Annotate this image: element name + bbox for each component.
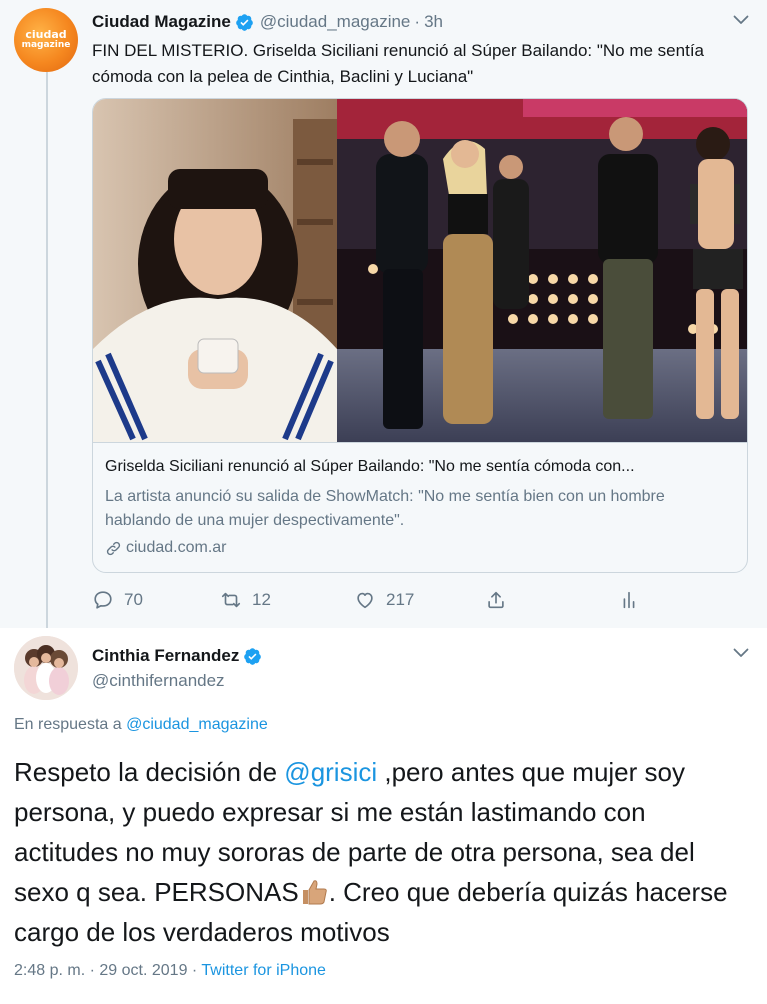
link-icon (106, 541, 121, 555)
retweet-count: 12 (252, 590, 271, 609)
card-domain[interactable]: ciudad.com.ar (105, 539, 227, 557)
tweet-text-part: Respeto la decisión de (14, 757, 285, 787)
avatar-logo-text: magazine (21, 40, 71, 50)
verified-badge-icon (236, 13, 253, 31)
ciudad-magazine-avatar[interactable]: ciudad magazine (14, 8, 78, 72)
retweet-icon (221, 592, 241, 608)
tweet-time[interactable]: 2:48 p. m. (14, 962, 85, 979)
card-title[interactable]: Griselda Siciliani renunció al Súper Bai… (105, 458, 735, 476)
tweet-text: Respeto la decisión de @grisici ,pero an… (14, 752, 754, 952)
separator: · (89, 962, 95, 979)
like-count: 217 (386, 590, 415, 609)
reply-count: 70 (124, 590, 143, 609)
tweet-timestamp[interactable]: 3h (424, 12, 443, 32)
reply-prefix: En respuesta a (14, 716, 122, 733)
share-button[interactable] (485, 586, 517, 614)
tweet-date[interactable]: 29 oct. 2019 (99, 962, 187, 979)
mention-link[interactable]: @grisici (284, 757, 377, 787)
share-icon (488, 591, 504, 609)
separator: · (414, 12, 421, 31)
card-image[interactable] (93, 99, 748, 442)
analytics-icon (623, 591, 635, 609)
author-handle[interactable]: @cinthifernandez (92, 671, 225, 691)
tweet-header: Cinthia Fernandez (92, 645, 268, 667)
reply-to-mention[interactable]: @ciudad_magazine (126, 716, 268, 733)
avatar-photo (14, 636, 78, 700)
cinthia-fernandez-avatar[interactable] (14, 636, 78, 700)
author-name[interactable]: Cinthia Fernandez (92, 646, 239, 666)
author-handle[interactable]: @ciudad_magazine (260, 12, 411, 32)
card-description: La artista anunció su salida de ShowMatc… (105, 488, 665, 529)
chevron-down-icon[interactable] (733, 15, 749, 25)
reply-button[interactable]: 70 (92, 586, 143, 614)
verified-badge-icon (244, 647, 262, 665)
analytics-button[interactable] (618, 586, 650, 614)
tweet-meta: 2:48 p. m. · 29 oct. 2019 · Twitter for … (14, 962, 326, 980)
retweet-button[interactable]: 12 (220, 586, 271, 614)
parent-tweet[interactable]: ciudad magazine Ciudad Magazine @ciudad_… (0, 0, 767, 628)
reply-icon (94, 591, 112, 609)
card-domain-text: ciudad.com.ar (126, 539, 227, 556)
tweet-actions: 70 12 217 (92, 586, 652, 614)
chevron-down-icon[interactable] (733, 648, 749, 658)
author-name[interactable]: Ciudad Magazine (92, 12, 231, 32)
tweet-source[interactable]: Twitter for iPhone (201, 962, 326, 979)
thread-connector (46, 72, 48, 628)
link-preview-card[interactable]: Griselda Siciliani renunció al Súper Bai… (92, 98, 748, 573)
tweet-header: Ciudad Magazine @ciudad_magazine · 3h (92, 11, 443, 33)
like-button[interactable]: 217 (354, 586, 414, 614)
card-details[interactable]: Griselda Siciliani renunció al Súper Bai… (93, 442, 747, 572)
separator: · (191, 962, 198, 979)
reply-context: En respuesta a @ciudad_magazine (14, 716, 268, 734)
like-icon (357, 592, 373, 609)
tweet-text: FIN DEL MISTERIO. Griselda Siciliani ren… (92, 41, 704, 86)
avatar-logo-text: ciudad (25, 28, 67, 41)
thumbs-up-emoji (302, 880, 327, 905)
